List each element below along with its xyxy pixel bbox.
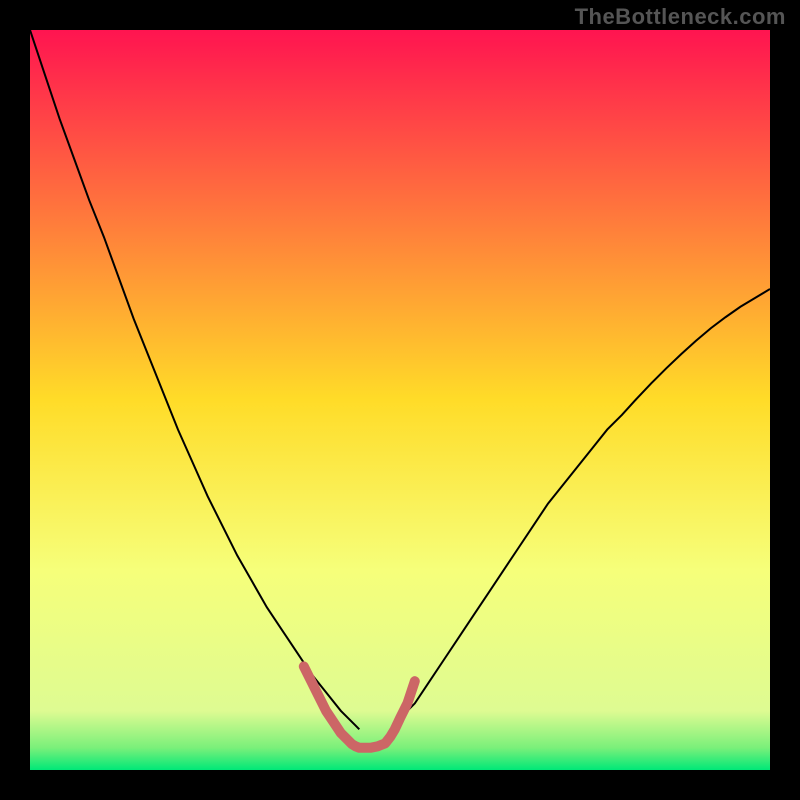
chart-svg [30, 30, 770, 770]
chart-frame: TheBottleneck.com [0, 0, 800, 800]
gradient-background [30, 30, 770, 770]
watermark-text: TheBottleneck.com [575, 4, 786, 30]
plot-area [30, 30, 770, 770]
